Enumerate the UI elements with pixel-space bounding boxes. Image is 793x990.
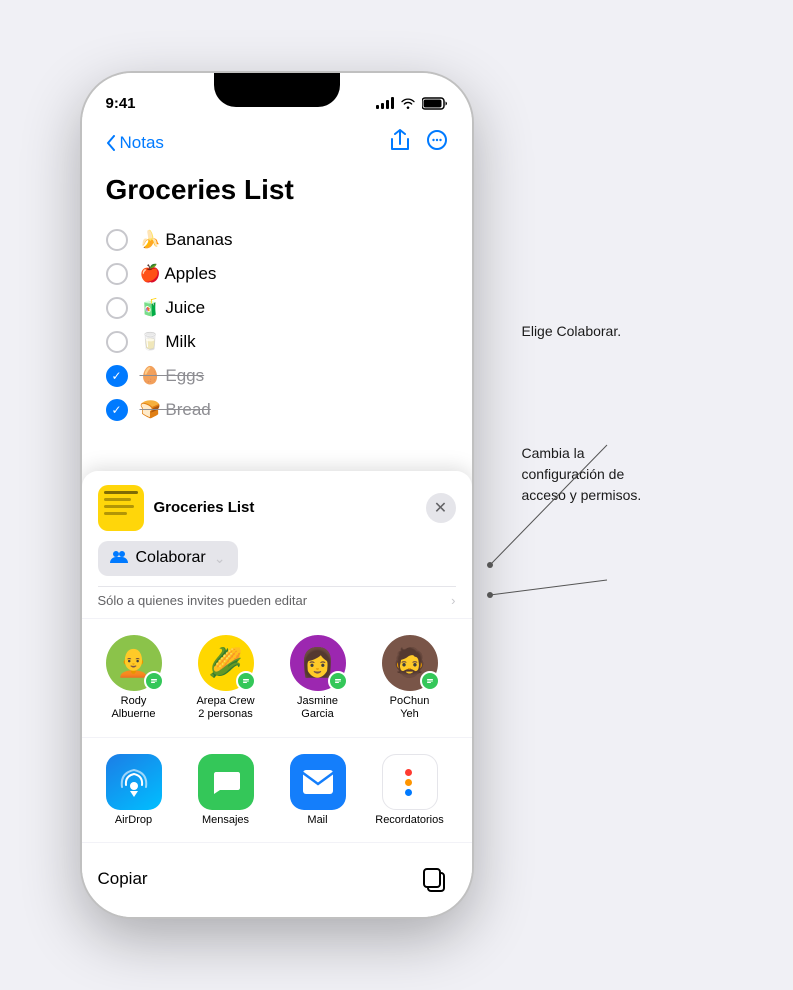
access-chevron-icon: › (451, 593, 455, 608)
message-badge-pochun (420, 671, 440, 691)
copy-icon-button[interactable] (412, 857, 456, 901)
battery-icon (422, 97, 448, 110)
checkbox-juice[interactable] (106, 297, 128, 319)
list-item: ✓ 🥚 Eggs (106, 359, 448, 393)
nav-actions (390, 129, 448, 157)
messages-label: Mensajes (202, 814, 249, 826)
annotation-line-colaborar (512, 273, 712, 393)
more-button[interactable] (426, 129, 448, 157)
avatar-wrap-arepa: 🌽 (198, 635, 254, 691)
colaborar-button[interactable]: Colaborar ⌄ (98, 541, 238, 576)
contact-rody[interactable]: 🧑‍🦲 RodyAlbuerne (98, 635, 170, 721)
checkbox-eggs[interactable]: ✓ (106, 365, 128, 387)
access-text: Sólo a quienes invites pueden editar (98, 593, 308, 608)
note-title: Groceries List (106, 173, 448, 207)
checkbox-bananas[interactable] (106, 229, 128, 251)
apps-row: AirDrop Mensajes (98, 754, 456, 826)
messages-app[interactable]: Mensajes (190, 754, 262, 826)
avatar-wrap-rody: 🧑‍🦲 (106, 635, 162, 691)
wifi-icon (400, 97, 416, 109)
access-settings-row[interactable]: Sólo a quienes invites pueden editar › (98, 586, 456, 618)
list-item: 🧃 Juice (106, 291, 448, 325)
annotation-access: Cambia laconfiguración deacceso y permis… (522, 443, 642, 506)
message-badge-arepa (236, 671, 256, 691)
checkbox-milk[interactable] (106, 331, 128, 353)
list-item: 🥛 Milk (106, 325, 448, 359)
mail-app[interactable]: Mail (282, 754, 354, 826)
mail-label: Mail (307, 814, 327, 826)
colaborar-label: Colaborar (136, 549, 206, 567)
airdrop-label: AirDrop (115, 814, 152, 826)
contact-arepa[interactable]: 🌽 Arepa Crew2 personas (190, 635, 262, 721)
contact-pochun[interactable]: 🧔 PoChunYeh (374, 635, 446, 721)
airdrop-icon (106, 754, 162, 810)
copy-label[interactable]: Copiar (98, 869, 148, 889)
messages-icon (198, 754, 254, 810)
colaborar-icon (110, 549, 128, 568)
contacts-section: 🧑‍🦲 RodyAlbuerne 🌽 (82, 619, 472, 737)
reminders-app[interactable]: Recordatorios (374, 754, 446, 826)
reminders-icon (382, 754, 438, 810)
airdrop-app[interactable]: AirDrop (98, 754, 170, 826)
checklist: 🍌 Bananas 🍎 Apples 🧃 Juice 🥛 Milk ✓ 🥚 Eg (106, 223, 448, 427)
reminders-label: Recordatorios (375, 814, 443, 826)
share-sheet: Groceries List ✕ Colaborar ⌄ Sólo a quie… (82, 471, 472, 917)
back-button[interactable]: Notas (106, 133, 164, 153)
contacts-row: 🧑‍🦲 RodyAlbuerne 🌽 (98, 635, 456, 721)
chevron-down-icon: ⌄ (214, 550, 226, 567)
share-header: Groceries List ✕ Colaborar ⌄ Sólo a quie… (82, 471, 472, 618)
message-badge-jasmine (328, 671, 348, 691)
mail-icon (290, 754, 346, 810)
contact-name-arepa: Arepa Crew2 personas (196, 695, 254, 721)
nav-bar: Notas (106, 121, 448, 165)
contact-jasmine[interactable]: 👩 JasmineGarcia (282, 635, 354, 721)
share-button[interactable] (390, 129, 410, 157)
close-button[interactable]: ✕ (426, 493, 456, 523)
contact-name-rody: RodyAlbuerne (111, 695, 155, 721)
share-doc-title: Groceries List (154, 499, 255, 516)
avatar-wrap-pochun: 🧔 (382, 635, 438, 691)
share-doc-info: Groceries List (98, 485, 255, 531)
signal-icon (376, 97, 394, 109)
checkbox-apples[interactable] (106, 263, 128, 285)
status-time: 9:41 (106, 95, 136, 112)
back-label: Notas (120, 133, 164, 153)
list-item: 🍌 Bananas (106, 223, 448, 257)
bottom-row: Copiar (82, 843, 472, 917)
apps-section: AirDrop Mensajes (82, 738, 472, 842)
message-badge-rody (144, 671, 164, 691)
status-icons (376, 97, 448, 110)
checkbox-bread[interactable]: ✓ (106, 399, 128, 421)
note-thumbnail-icon (98, 485, 144, 531)
list-item: ✓ 🍞 Bread (106, 393, 448, 427)
contact-name-pochun: PoChunYeh (390, 695, 430, 721)
contact-name-jasmine: JasmineGarcia (297, 695, 338, 721)
avatar-wrap-jasmine: 👩 (290, 635, 346, 691)
list-item: 🍎 Apples (106, 257, 448, 291)
